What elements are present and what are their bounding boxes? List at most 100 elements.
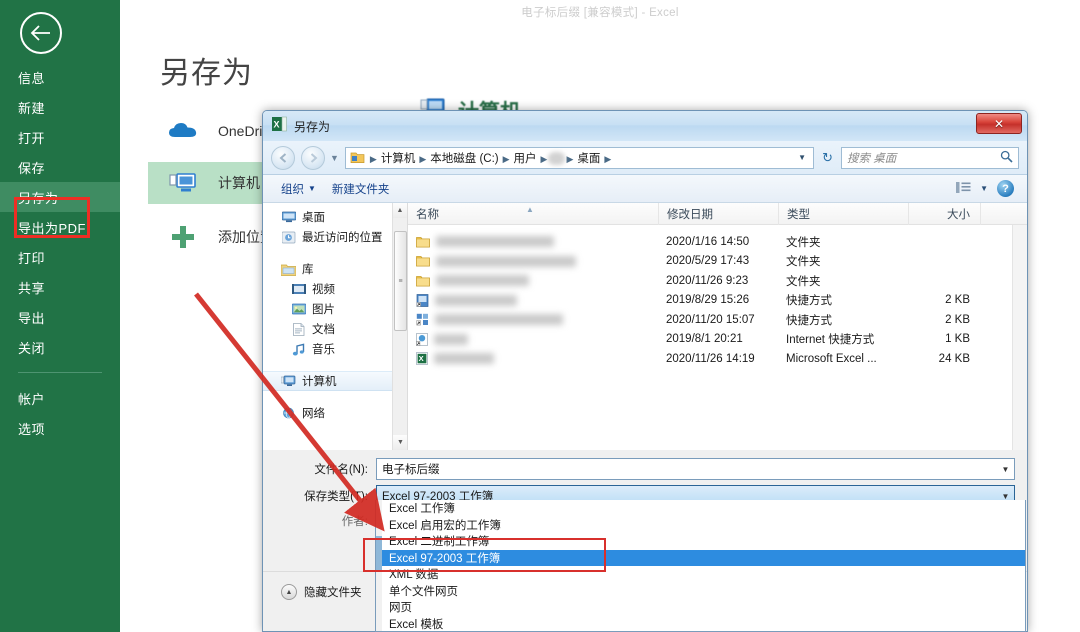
tree-scrollbar[interactable]: ▲ ≡ ▼	[392, 203, 407, 450]
file-list-scrollbar[interactable]	[1012, 225, 1027, 450]
help-icon[interactable]: ?	[997, 180, 1014, 197]
dialog-navbar: ▼ ▶ 计算机 ▶ 本地磁盘 (C:) ▶ 用户 ▶ ▶ 桌面 ▶ ▼ ↻ 搜索 桌面	[263, 141, 1027, 175]
nav-history-icon[interactable]: ▼	[330, 153, 339, 163]
nav-back-icon[interactable]	[271, 145, 295, 170]
breadcrumb-separator: ▶	[540, 153, 548, 164]
dialog-title-label: 另存为	[294, 119, 331, 134]
back-arrow-icon[interactable]	[20, 12, 62, 54]
nav-forward-icon[interactable]	[301, 145, 325, 170]
dropdown-option-4[interactable]: XML 数据	[382, 566, 1025, 583]
breadcrumb-item-0[interactable]: 计算机	[378, 152, 419, 166]
sidebar-item-0[interactable]: 信息	[0, 62, 120, 92]
breadcrumb[interactable]: ▶ 计算机 ▶ 本地磁盘 (C:) ▶ 用户 ▶ ▶ 桌面 ▶	[369, 150, 612, 166]
dialog-body: 桌面 最近访问的位置库视频 图片 文档 音乐 计算机 网络 ▲ ≡ ▼ 名称 ▲ 修改日期 …	[263, 203, 1027, 450]
address-bar[interactable]: ▶ 计算机 ▶ 本地磁盘 (C:) ▶ 用户 ▶ ▶ 桌面 ▶ ▼	[344, 146, 815, 169]
tree-scroll-thumb[interactable]: ≡	[394, 231, 407, 331]
sidebar-item-8[interactable]: 导出	[0, 302, 120, 332]
tree-item-1-4[interactable]: 音乐	[263, 339, 407, 359]
sidebar-item-9[interactable]: 关闭	[0, 332, 120, 362]
new-folder-button[interactable]: 新建文件夹	[324, 181, 398, 197]
sidebar-item-11[interactable]: 选项	[0, 413, 120, 443]
sidebar-item-10[interactable]: 帐户	[0, 383, 120, 413]
page-title: 另存为	[160, 57, 253, 90]
table-row[interactable]: 2020/5/29 17:43 文件夹	[408, 252, 1027, 272]
tree-item-3-0[interactable]: 网络	[263, 403, 407, 423]
filename-chevron-icon[interactable]: ▼	[997, 459, 1014, 479]
sidebar-item-6[interactable]: 打印	[0, 242, 120, 272]
tree-item-2-0[interactable]: 计算机	[263, 371, 407, 391]
tree-item-1-1[interactable]: 视频	[263, 279, 407, 299]
hide-folders-label: 隐藏文件夹	[304, 587, 362, 599]
file-date-cell: 2020/11/26 14:19	[666, 352, 755, 365]
breadcrumb-separator: ▶	[502, 153, 510, 164]
sidebar-item-label: 信息	[18, 70, 46, 86]
refresh-icon[interactable]: ↻	[820, 150, 835, 166]
sidebar-item-1[interactable]: 新建	[0, 92, 120, 122]
column-header-name[interactable]: 名称 ▲	[408, 203, 658, 225]
column-header-size[interactable]: 大小	[908, 203, 980, 225]
dropdown-option-3[interactable]: Excel 97-2003 工作簿	[382, 549, 1025, 566]
address-chevron-icon[interactable]: ▼	[798, 153, 809, 162]
close-icon[interactable]: ✕	[976, 113, 1022, 134]
scroll-up-icon[interactable]: ▲	[393, 203, 407, 218]
file-size-cell: 2 KB	[945, 294, 970, 307]
dropdown-option-2[interactable]: Excel 二进制工作簿	[382, 533, 1025, 550]
tree-item-1-3[interactable]: 文档	[263, 319, 407, 339]
music-icon	[291, 342, 306, 357]
file-name-redacted	[435, 294, 517, 306]
filename-label: 文件名(N):	[314, 464, 368, 476]
scroll-down-icon[interactable]: ▼	[393, 435, 407, 450]
organize-button[interactable]: 组织 ▼	[273, 181, 324, 197]
file-name-cell	[408, 275, 658, 287]
shortcut-icon	[416, 293, 429, 307]
plus-icon	[166, 222, 200, 252]
file-type-cell: Microsoft Excel ...	[786, 352, 877, 365]
tree-item-1-2[interactable]: 图片	[263, 299, 407, 319]
breadcrumb-item-redacted[interactable]	[548, 151, 566, 165]
dropdown-option-5[interactable]: 单个文件网页	[382, 583, 1025, 600]
filename-input[interactable]: 电子标后缀 ▼	[376, 458, 1015, 480]
search-placeholder: 搜索 桌面	[847, 152, 897, 165]
dropdown-scrollbar[interactable]	[376, 500, 382, 631]
breadcrumb-item-2[interactable]: 用户	[511, 152, 540, 166]
tree-item-1-0[interactable]: 库	[263, 259, 407, 279]
sidebar-item-7[interactable]: 共享	[0, 272, 120, 302]
network-icon	[281, 406, 296, 421]
breadcrumb-item-1[interactable]: 本地磁盘 (C:)	[427, 152, 501, 166]
chevron-down-icon: ▼	[308, 184, 316, 193]
dropdown-option-0[interactable]: Excel 工作簿	[382, 500, 1025, 517]
dropdown-scroll-thumb[interactable]	[376, 536, 382, 570]
view-list-icon[interactable]	[956, 181, 971, 197]
sidebar-item-4[interactable]: 另存为	[0, 182, 120, 212]
hide-folders-button[interactable]: ▲ 隐藏文件夹	[281, 584, 362, 600]
breadcrumb-item-4[interactable]: 桌面	[574, 152, 603, 166]
organize-label: 组织	[281, 183, 304, 196]
file-type-cell: 文件夹	[786, 275, 821, 288]
dialog-titlebar[interactable]: X 另存为 ✕	[263, 111, 1027, 141]
column-header-type[interactable]: 类型	[778, 203, 908, 225]
filetype-dropdown[interactable]: Excel 工作簿 Excel 启用宏的工作簿 Excel 二进制工作簿 Excel …	[375, 500, 1026, 632]
table-row[interactable]: 2020/11/20 15:07 快捷方式 2 KB	[408, 310, 1027, 330]
file-size-cell: 1 KB	[945, 333, 970, 346]
table-row[interactable]: 2019/8/1 20:21 Internet 快捷方式 1 KB	[408, 330, 1027, 350]
file-type-cell: 文件夹	[786, 236, 821, 249]
dropdown-option-1[interactable]: Excel 启用宏的工作簿	[382, 517, 1025, 534]
folder-icon	[416, 255, 430, 267]
tree-item-0-1[interactable]: 最近访问的位置	[263, 227, 407, 247]
sidebar-item-2[interactable]: 打开	[0, 122, 120, 152]
sidebar-item-5[interactable]: 导出为PDF	[0, 212, 120, 242]
sidebar-item-3[interactable]: 保存	[0, 152, 120, 182]
file-type-cell: 文件夹	[786, 256, 821, 269]
file-type-cell: Internet 快捷方式	[786, 334, 875, 347]
table-row[interactable]: 2020/11/26 9:23 文件夹	[408, 271, 1027, 291]
view-chevron-icon[interactable]: ▼	[980, 184, 988, 193]
table-row[interactable]: X 2020/11/26 14:19 Microsoft Excel ... 24 K…	[408, 349, 1027, 369]
table-row[interactable]: 2019/8/29 15:26 快捷方式 2 KB	[408, 291, 1027, 311]
column-header-date[interactable]: 修改日期	[658, 203, 778, 225]
search-input[interactable]: 搜索 桌面	[841, 146, 1019, 169]
table-row[interactable]: 2020/1/16 14:50 文件夹	[408, 232, 1027, 252]
dropdown-option-6[interactable]: 网页	[382, 599, 1025, 616]
file-name-cell	[408, 313, 658, 326]
dropdown-option-7[interactable]: Excel 模板	[382, 616, 1025, 632]
tree-item-0-0[interactable]: 桌面	[263, 207, 407, 227]
